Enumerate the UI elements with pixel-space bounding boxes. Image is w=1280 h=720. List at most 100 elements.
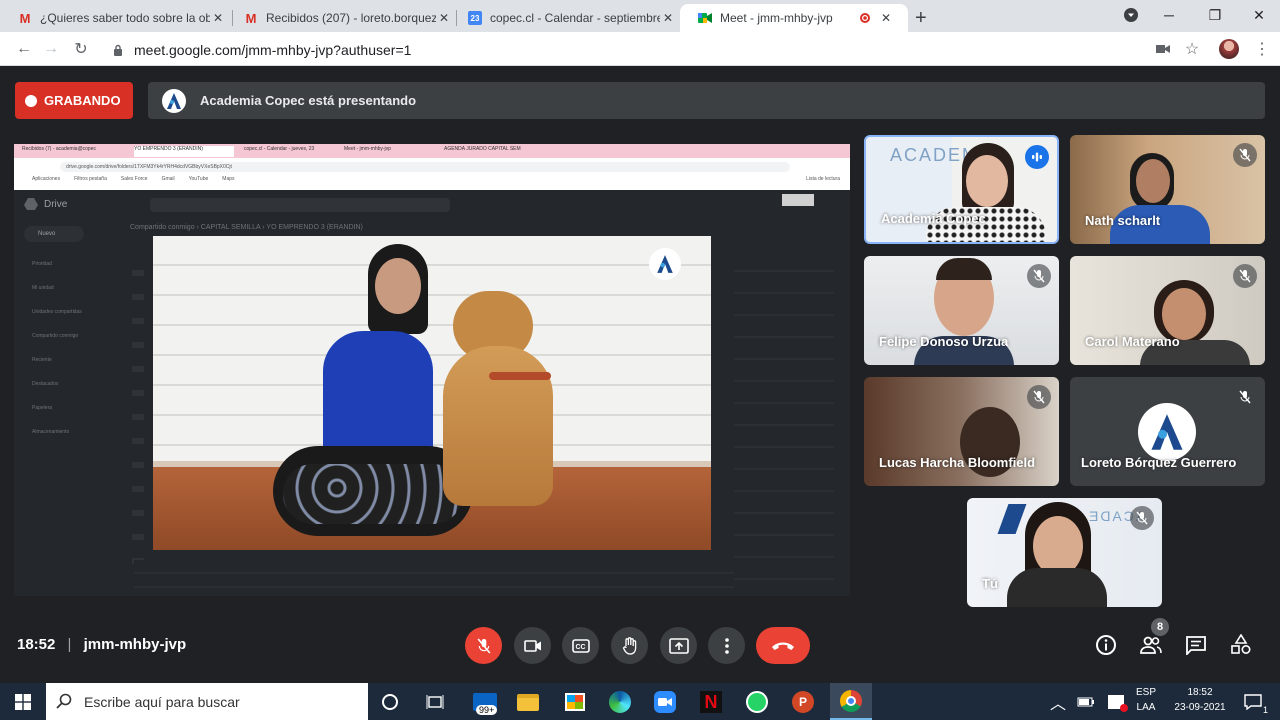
powerpoint-app-icon[interactable]: P <box>788 687 818 717</box>
bookmark: Filtros pestaña <box>74 176 107 182</box>
mic-off-icon <box>477 637 490 654</box>
mail-app-icon[interactable]: 99+ <box>470 687 500 717</box>
shared-bookmarks-bar: Aplicaciones Filtros pestaña Sales Force… <box>32 176 235 182</box>
url-field[interactable]: meet.google.com/jmm-mhby-jvp?authuser=1 <box>102 36 1212 63</box>
notifications-icon[interactable]: 1 <box>1238 687 1268 717</box>
bookmark: YouTube <box>188 176 209 182</box>
chat-button[interactable] <box>1183 632 1209 658</box>
chrome-app-icon[interactable] <box>830 683 872 720</box>
meeting-details-button[interactable] <box>1093 632 1119 658</box>
task-view-icon[interactable] <box>420 687 450 717</box>
minimize-icon[interactable]: ─ <box>1146 0 1192 30</box>
show-hidden-icons-icon[interactable]: ︿ <box>1043 687 1073 717</box>
file-explorer-icon[interactable] <box>513 687 543 717</box>
camera-icon <box>523 639 541 652</box>
calendar-icon: 23 <box>468 11 482 25</box>
mic-off-icon <box>1027 264 1051 288</box>
recording-label: GRABANDO <box>44 93 121 108</box>
present-screen-icon <box>668 637 689 654</box>
mail-badge: 99+ <box>476 705 498 715</box>
taskbar-search-field[interactable]: Escribe aquí para buscar <box>46 683 368 720</box>
mic-off-icon <box>1233 385 1257 409</box>
close-tab-icon[interactable]: ✕ <box>878 11 894 25</box>
browser-tab-3[interactable]: 23 copec.cl - Calendar - septiembre ✕ <box>450 4 676 32</box>
more-options-button[interactable] <box>708 627 745 664</box>
copec-logo <box>782 194 814 206</box>
avatar <box>1138 403 1196 461</box>
leave-call-button[interactable] <box>756 627 810 664</box>
participant-tile-lucas[interactable]: Lucas Harcha Bloomfield <box>864 377 1059 486</box>
back-icon[interactable]: ← <box>13 38 35 60</box>
windows-start-icon[interactable] <box>8 687 38 717</box>
participants-count-badge: 8 <box>1151 618 1169 636</box>
bookmark: Maps <box>222 176 235 182</box>
raise-hand-icon <box>622 636 636 655</box>
tab-title: ¿Quieres saber todo sobre la obe <box>40 11 210 25</box>
bookmark-star-icon[interactable]: ☆ <box>1181 38 1203 60</box>
mic-off-icon <box>1233 264 1257 288</box>
presenting-text: Academia Copec está presentando <box>200 93 417 108</box>
present-screen-button[interactable] <box>660 627 697 664</box>
new-tab-button[interactable]: + <box>905 4 927 32</box>
cortana-icon[interactable] <box>375 687 405 717</box>
gmail-icon: M <box>245 10 257 26</box>
mic-off-icon <box>1130 506 1154 530</box>
people-icon <box>1140 636 1162 654</box>
participant-name: Loreto Bórquez Guerrero <box>1081 455 1237 470</box>
participant-tile-academia-copec[interactable]: ACADEM Academia Copec <box>864 135 1059 244</box>
whatsapp-app-icon[interactable] <box>742 687 772 717</box>
toggle-camera-button[interactable] <box>514 627 551 664</box>
gmail-icon: M <box>19 10 31 26</box>
battery-icon[interactable] <box>1071 687 1101 717</box>
participant-tile-self[interactable]: ACADE Tú <box>967 498 1162 607</box>
chrome-menu-icon[interactable]: ⋮ <box>1251 38 1273 60</box>
participant-name: Nath scharlt <box>1085 213 1161 228</box>
address-bar: ← → ↻ meet.google.com/jmm-mhby-jvp?authu… <box>0 32 1280 66</box>
close-tab-icon[interactable]: ✕ <box>210 11 226 25</box>
activities-shapes-icon <box>1231 634 1251 655</box>
windows-taskbar: Escribe aquí para buscar 99+ N P ︿ ESP L… <box>0 683 1280 720</box>
netflix-app-icon[interactable]: N <box>696 687 726 717</box>
shared-screen[interactable]: Recibidos (7) - academia@copec YO EMPREN… <box>14 144 850 596</box>
microsoft-store-icon[interactable] <box>560 687 590 717</box>
participant-tile-felipe[interactable]: Felipe Donoso Urzua <box>864 256 1059 365</box>
profile-avatar[interactable] <box>1218 38 1240 60</box>
search-icon <box>56 693 72 709</box>
browser-tab-1[interactable]: M ¿Quieres saber todo sobre la obe ✕ <box>0 4 226 32</box>
captions-button[interactable]: CC <box>562 627 599 664</box>
zoom-app-icon[interactable] <box>650 687 680 717</box>
close-window-icon[interactable]: ✕ <box>1236 0 1280 30</box>
browser-tab-2[interactable]: M Recibidos (207) - loreto.borquez@ ✕ <box>226 4 452 32</box>
maximize-icon[interactable]: ❐ <box>1192 0 1238 30</box>
participant-tile-carol[interactable]: Carol Materano <box>1070 256 1265 365</box>
shared-tab: Recibidos (7) - academia@copec <box>22 146 96 152</box>
forward-icon[interactable]: → <box>40 38 62 60</box>
recording-indicator-icon <box>860 13 870 23</box>
input-language[interactable]: ESP LAA <box>1136 685 1156 715</box>
participant-tile-nath[interactable]: Nath scharlt <box>1070 135 1265 244</box>
edge-browser-icon[interactable] <box>605 687 635 717</box>
close-tab-icon[interactable]: ✕ <box>660 11 676 25</box>
raise-hand-button[interactable] <box>611 627 648 664</box>
reading-list: Lista de lectura <box>806 176 840 182</box>
presentation-video[interactable] <box>153 236 711 550</box>
shared-tab: YO EMPRENDO 3 (ERANDIN) <box>134 146 234 157</box>
network-icon[interactable] <box>1101 687 1131 717</box>
camera-in-use-icon[interactable] <box>1152 38 1174 60</box>
meeting-code: jmm-mhby-jvp <box>83 636 187 653</box>
taskbar-clock[interactable]: 18:52 23-09-2021 <box>1168 685 1232 715</box>
mic-off-icon <box>1027 385 1051 409</box>
reload-icon[interactable]: ↻ <box>70 38 92 60</box>
info-icon <box>1096 635 1116 655</box>
participant-name: Lucas Harcha Bloomfield <box>879 455 1036 470</box>
toggle-mic-button[interactable] <box>465 627 502 664</box>
drive-label: Drive <box>44 198 68 210</box>
activities-button[interactable] <box>1228 632 1254 658</box>
tab-title: Recibidos (207) - loreto.borquez@ <box>266 11 436 25</box>
chat-icon <box>1186 636 1206 655</box>
tab-title: copec.cl - Calendar - septiembre <box>490 11 660 25</box>
bookmark: Sales Force <box>120 176 148 182</box>
shared-tab: copec.cl - Calendar - jueves, 23 <box>244 146 315 152</box>
participant-tile-loreto[interactable]: Loreto Bórquez Guerrero <box>1070 377 1265 486</box>
browser-tab-4-active[interactable]: Meet - jmm-mhby-jvp ✕ <box>680 4 908 32</box>
